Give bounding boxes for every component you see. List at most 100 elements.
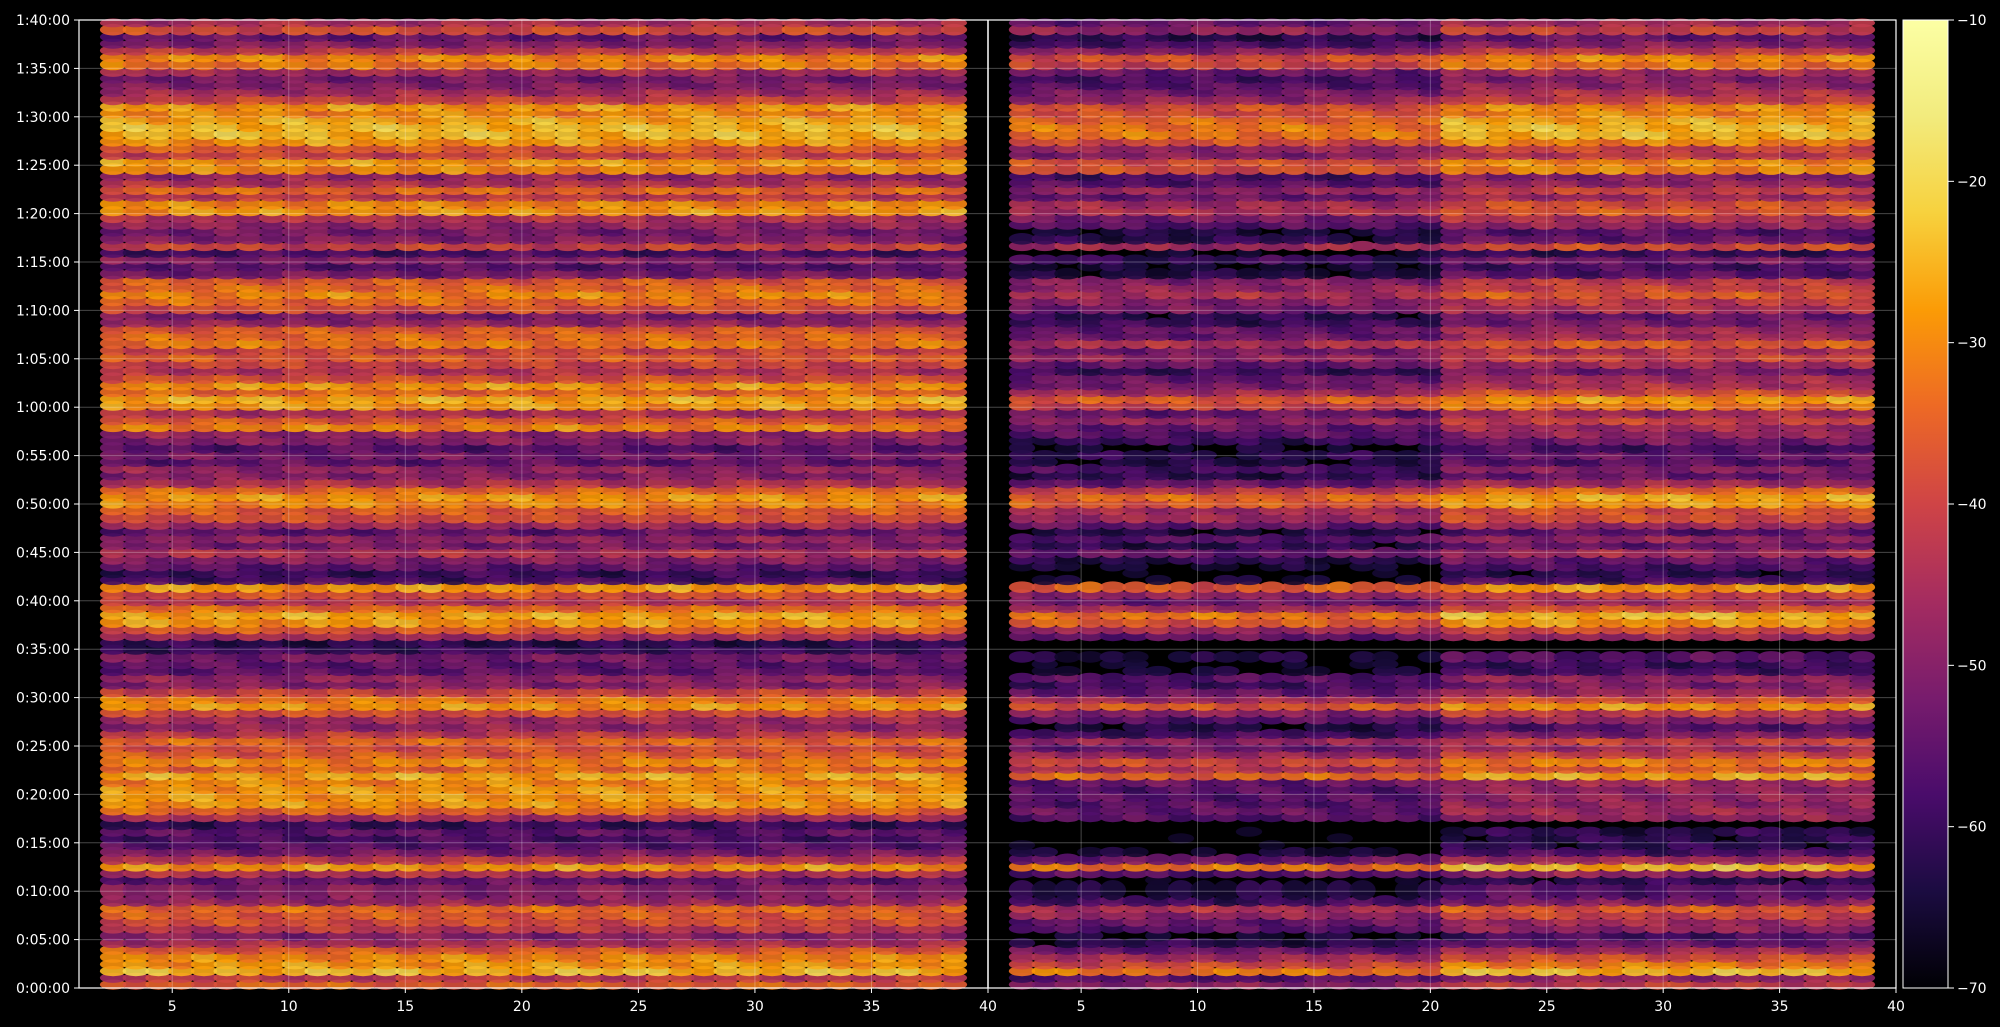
heat-cell xyxy=(1349,651,1376,663)
heat-cell xyxy=(1258,672,1286,683)
heat-cell xyxy=(1213,574,1240,586)
heat-cell xyxy=(1803,826,1830,837)
heat-cell xyxy=(1326,581,1354,593)
heat-cell xyxy=(1167,880,1195,901)
heat-cell xyxy=(1054,853,1081,866)
heat-cell xyxy=(1462,826,1490,837)
heat-cell xyxy=(1304,880,1331,901)
heat-cell xyxy=(1576,651,1603,663)
heat-cell xyxy=(1167,672,1195,683)
heat-cell xyxy=(1667,651,1694,663)
heat-cell xyxy=(1508,826,1535,837)
heat-cell xyxy=(1394,853,1422,866)
heat-cell xyxy=(1054,665,1081,677)
heat-cell xyxy=(1213,651,1240,663)
heat-cell xyxy=(1326,672,1354,683)
heat-cell xyxy=(1372,846,1399,858)
heat-cell xyxy=(1213,665,1240,677)
heat-cell xyxy=(1485,651,1513,663)
heat-cell xyxy=(1394,574,1422,586)
heat-cell xyxy=(1145,574,1172,586)
heat-cell xyxy=(1281,880,1308,901)
heat-cell xyxy=(1780,651,1808,663)
heat-cell xyxy=(1190,651,1217,663)
heat-cell xyxy=(1462,651,1490,663)
heat-cell xyxy=(1235,826,1263,837)
heat-cell xyxy=(1553,651,1581,663)
heat-cell xyxy=(1008,651,1036,663)
heat-cell xyxy=(1235,672,1263,683)
heat-cell xyxy=(1372,895,1399,907)
heat-cell xyxy=(1712,651,1740,663)
heat-cell xyxy=(1394,665,1422,677)
heat-cell xyxy=(1008,840,1036,851)
heat-cell xyxy=(1167,651,1195,663)
heat-cell xyxy=(1621,651,1649,663)
heat-cell xyxy=(1031,574,1059,586)
heat-cell xyxy=(1644,826,1671,837)
heat-cell xyxy=(1122,651,1149,663)
heat-cell xyxy=(1054,880,1081,901)
heat-cell xyxy=(1167,853,1195,866)
heat-cell xyxy=(1008,581,1036,593)
heat-cell xyxy=(1553,826,1581,837)
heat-cell xyxy=(1780,826,1808,837)
heat-cell xyxy=(1576,826,1603,837)
heat-cell xyxy=(1281,846,1308,858)
heat-cell xyxy=(1531,880,1558,901)
heat-cell xyxy=(1644,651,1671,663)
heat-cell xyxy=(1803,651,1830,663)
heat-cell xyxy=(1304,665,1331,677)
heat-cell xyxy=(1258,533,1286,544)
heat-cell xyxy=(1599,826,1626,837)
heat-cell xyxy=(1462,840,1490,851)
heat-cell xyxy=(1508,651,1535,663)
heat-cell xyxy=(1008,880,1036,901)
heat-cell xyxy=(1099,846,1127,858)
heat-cell xyxy=(1235,853,1263,866)
heat-cell xyxy=(1258,840,1286,851)
heat-cell xyxy=(1485,826,1513,837)
heat-cell xyxy=(1758,826,1785,837)
heat-cell xyxy=(1848,826,1876,837)
heat-cell xyxy=(1440,826,1467,837)
heat-cell xyxy=(1213,853,1240,866)
heat-cell xyxy=(1304,846,1331,858)
heat-cell xyxy=(1122,846,1149,858)
heat-cell xyxy=(1190,846,1217,858)
heat-cell xyxy=(1031,846,1059,858)
heat-cell xyxy=(1167,581,1195,593)
heat-cell xyxy=(1758,574,1785,586)
heat-cell xyxy=(1031,944,1059,955)
heat-cell xyxy=(1599,651,1626,663)
heat-cell xyxy=(1235,574,1263,586)
heat-cell xyxy=(1326,833,1354,844)
heat-cell xyxy=(1031,880,1059,901)
heat-cell xyxy=(1099,581,1127,593)
heat-cell xyxy=(1099,651,1127,663)
heat-cell xyxy=(1372,651,1399,663)
heat-cell xyxy=(1008,533,1036,544)
heat-cell xyxy=(1735,826,1762,837)
heat-cell xyxy=(1689,826,1717,837)
heat-cell xyxy=(1213,880,1240,901)
heat-cell xyxy=(1235,651,1263,663)
heat-cell xyxy=(1689,651,1717,663)
heat-cell xyxy=(1349,880,1376,901)
heat-cell xyxy=(1826,651,1853,663)
chart: 5 10 15 20 25 30 35 40 5 10 15 20 25 30 35 40 0:00:000:… xyxy=(16,13,1987,1015)
heat-cell xyxy=(1531,826,1558,837)
heat-cell xyxy=(1190,880,1217,901)
heat-cell xyxy=(1258,651,1286,663)
heat-cell xyxy=(1258,728,1286,740)
heat-cell xyxy=(1349,672,1376,683)
heat-cell xyxy=(1735,651,1762,663)
heat-cell xyxy=(1167,833,1195,844)
heat-cell xyxy=(1440,651,1467,663)
heat-cell xyxy=(1508,574,1535,586)
heat-cell xyxy=(1848,651,1876,663)
heat-cell xyxy=(1712,826,1740,837)
heat-cell xyxy=(1712,840,1740,851)
heat-cell xyxy=(1621,826,1649,837)
heat-cell xyxy=(1326,880,1354,901)
